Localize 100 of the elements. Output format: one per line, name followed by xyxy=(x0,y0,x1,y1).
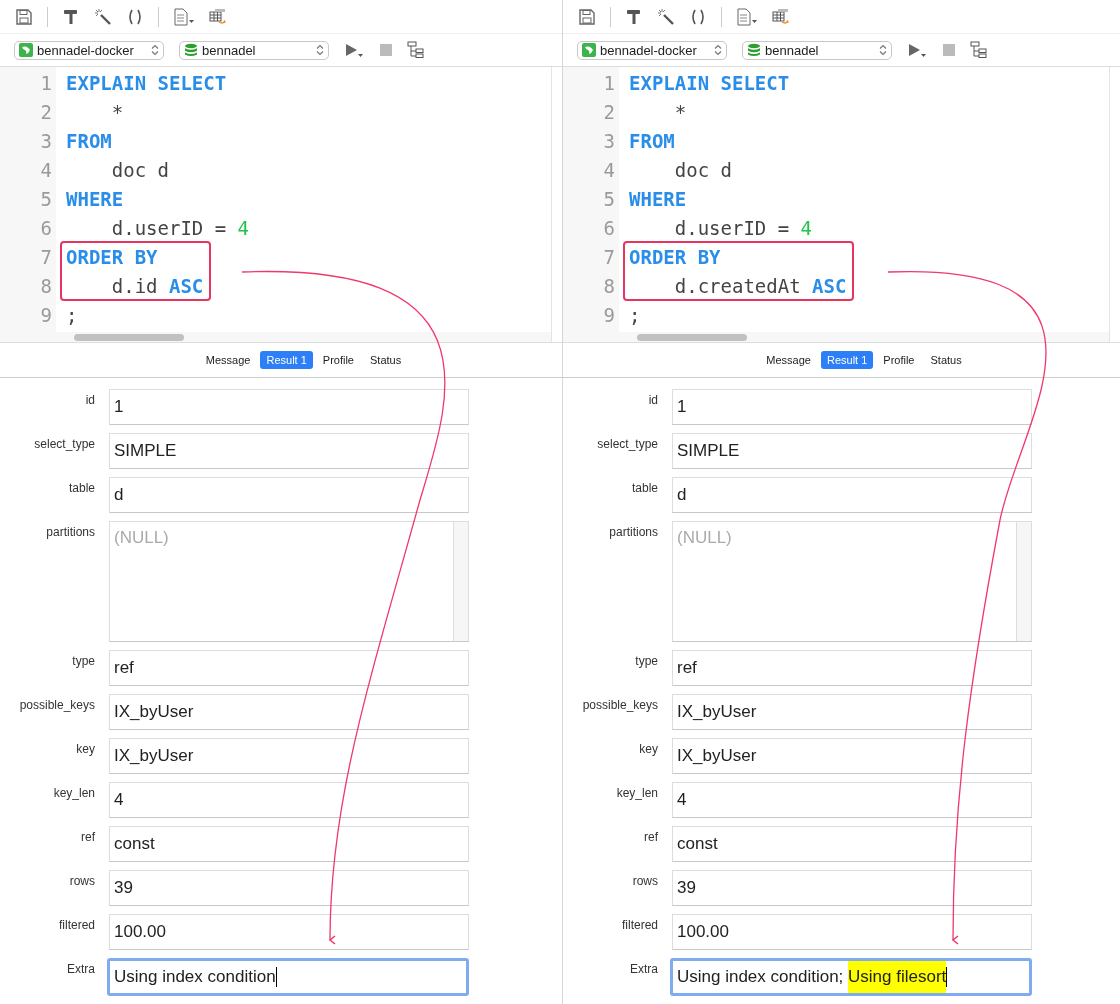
save-icon[interactable] xyxy=(15,7,33,26)
chevron-updown-icon xyxy=(151,44,159,56)
code-line: ; xyxy=(66,303,79,328)
value-field[interactable]: 1 xyxy=(672,389,1032,425)
hammer-icon[interactable] xyxy=(625,7,643,26)
value-field[interactable]: ref xyxy=(109,650,469,686)
line-number: 8 xyxy=(602,274,616,299)
result-tab[interactable]: Message xyxy=(760,351,817,369)
code-line: d.userID = 4 xyxy=(110,216,250,241)
value-field[interactable]: IX_byUser xyxy=(109,694,469,730)
database-icon xyxy=(184,43,198,57)
result-tab[interactable]: Status xyxy=(364,351,408,369)
field-label: id xyxy=(647,392,658,407)
magic-wand-icon[interactable] xyxy=(94,7,112,26)
line-number: 8 xyxy=(39,274,53,299)
value-field[interactable]: d xyxy=(109,477,469,513)
code-editor[interactable]: 1 2 3 4 5 6 7 8 9 EXPLAIN SELECT * FROM doc d WHERE d.userID = 4 ORDER BY d.id ASC ; xyxy=(0,67,562,343)
code-line: WHERE xyxy=(629,187,688,212)
result-tab[interactable]: Status xyxy=(924,351,968,369)
field-label: table xyxy=(67,480,95,495)
run-icon[interactable] xyxy=(343,41,365,59)
result-tab[interactable]: Profile xyxy=(877,351,921,369)
parentheses-icon[interactable] xyxy=(689,7,707,26)
value-field[interactable]: Using index condition; Using filesort xyxy=(670,958,1032,996)
value-field[interactable]: ref xyxy=(672,650,1032,686)
value-field[interactable]: const xyxy=(109,826,469,862)
code-line: d.userID = 4 xyxy=(673,216,814,241)
chevron-updown-icon xyxy=(316,44,324,56)
line-number: 3 xyxy=(39,129,53,154)
field-label: ref xyxy=(80,829,95,844)
scrollbar-thumb[interactable] xyxy=(74,334,184,341)
result-tab[interactable]: Message xyxy=(199,351,257,369)
magic-wand-icon[interactable] xyxy=(657,7,675,26)
connection-select[interactable]: bennadel-docker xyxy=(577,40,727,60)
line-number: 6 xyxy=(39,216,53,241)
connection-select[interactable]: bennadel-docker xyxy=(14,40,164,60)
field-label: possible_keys xyxy=(581,697,658,712)
value-field[interactable]: IX_byUser xyxy=(672,738,1032,774)
line-number: 5 xyxy=(602,187,616,212)
document-icon[interactable] xyxy=(173,7,195,26)
field-label: table xyxy=(630,480,658,495)
value-field[interactable]: SIMPLE xyxy=(672,433,1032,469)
value-field[interactable]: 100.00 xyxy=(109,914,469,950)
value-field[interactable]: 1 xyxy=(109,389,469,425)
result-tab[interactable]: Profile xyxy=(316,351,360,369)
chevron-updown-icon xyxy=(714,44,722,56)
database-icon xyxy=(747,43,761,57)
code-line: ; xyxy=(629,303,642,328)
value-field[interactable]: const xyxy=(672,826,1032,862)
line-number: 5 xyxy=(39,187,53,212)
value-field[interactable]: IX_byUser xyxy=(109,738,469,774)
value-field[interactable]: IX_byUser xyxy=(672,694,1032,730)
result-tab[interactable]: Result 1 xyxy=(820,351,874,369)
line-number: 2 xyxy=(39,100,53,125)
tree-icon[interactable] xyxy=(407,41,425,59)
field-label: key xyxy=(75,741,95,756)
field-label: possible_keys xyxy=(18,697,95,712)
field-label: type xyxy=(634,653,658,668)
result-tab[interactable]: Result 1 xyxy=(260,351,313,369)
database-select[interactable]: bennadel xyxy=(179,40,329,60)
field-label: select_type xyxy=(33,436,95,451)
code-line: EXPLAIN SELECT xyxy=(66,71,228,96)
hammer-icon[interactable] xyxy=(62,7,80,26)
value-field[interactable]: 100.00 xyxy=(672,914,1032,950)
field-label: filtered xyxy=(620,917,658,932)
line-number: 3 xyxy=(602,129,616,154)
line-number: 1 xyxy=(602,71,616,96)
code-line: EXPLAIN SELECT xyxy=(629,71,791,96)
code-line: doc d xyxy=(110,158,170,183)
value-field[interactable]: d xyxy=(672,477,1032,513)
line-number: 7 xyxy=(602,245,616,270)
value-field[interactable]: 39 xyxy=(672,870,1032,906)
tree-icon[interactable] xyxy=(970,41,988,59)
document-icon[interactable] xyxy=(736,7,758,26)
parentheses-icon[interactable] xyxy=(126,7,144,26)
value-field[interactable]: 4 xyxy=(109,782,469,818)
field-label: type xyxy=(71,653,95,668)
run-icon[interactable] xyxy=(906,41,928,59)
chevron-updown-icon xyxy=(879,44,887,56)
line-number: 6 xyxy=(602,216,616,241)
code-line: FROM xyxy=(66,129,113,154)
database-select[interactable]: bennadel xyxy=(742,40,892,60)
code-editor[interactable]: 1 2 3 4 5 6 7 8 9 EXPLAIN SELECT * FROM doc d WHERE d.userID = 4 ORDER BY d.createdAt ASC ; xyxy=(563,67,1120,343)
code-line: * xyxy=(673,100,688,125)
code-line: ORDER BY xyxy=(629,245,722,270)
field-label: ref xyxy=(643,829,658,844)
line-number: 9 xyxy=(39,303,53,328)
field-label: key_len xyxy=(52,785,95,800)
scrollbar-thumb[interactable] xyxy=(637,334,747,341)
value-field[interactable]: Using index condition xyxy=(107,958,469,996)
code-line: doc d xyxy=(673,158,733,183)
field-label: rows xyxy=(631,873,658,888)
field-label: key xyxy=(638,741,658,756)
code-line: d.createdAt ASC xyxy=(673,274,847,299)
field-label: select_type xyxy=(596,436,658,451)
code-line: d.id ASC xyxy=(110,274,204,299)
value-field[interactable]: SIMPLE xyxy=(109,433,469,469)
value-field[interactable]: 39 xyxy=(109,870,469,906)
value-field[interactable]: 4 xyxy=(672,782,1032,818)
save-icon[interactable] xyxy=(578,7,596,26)
